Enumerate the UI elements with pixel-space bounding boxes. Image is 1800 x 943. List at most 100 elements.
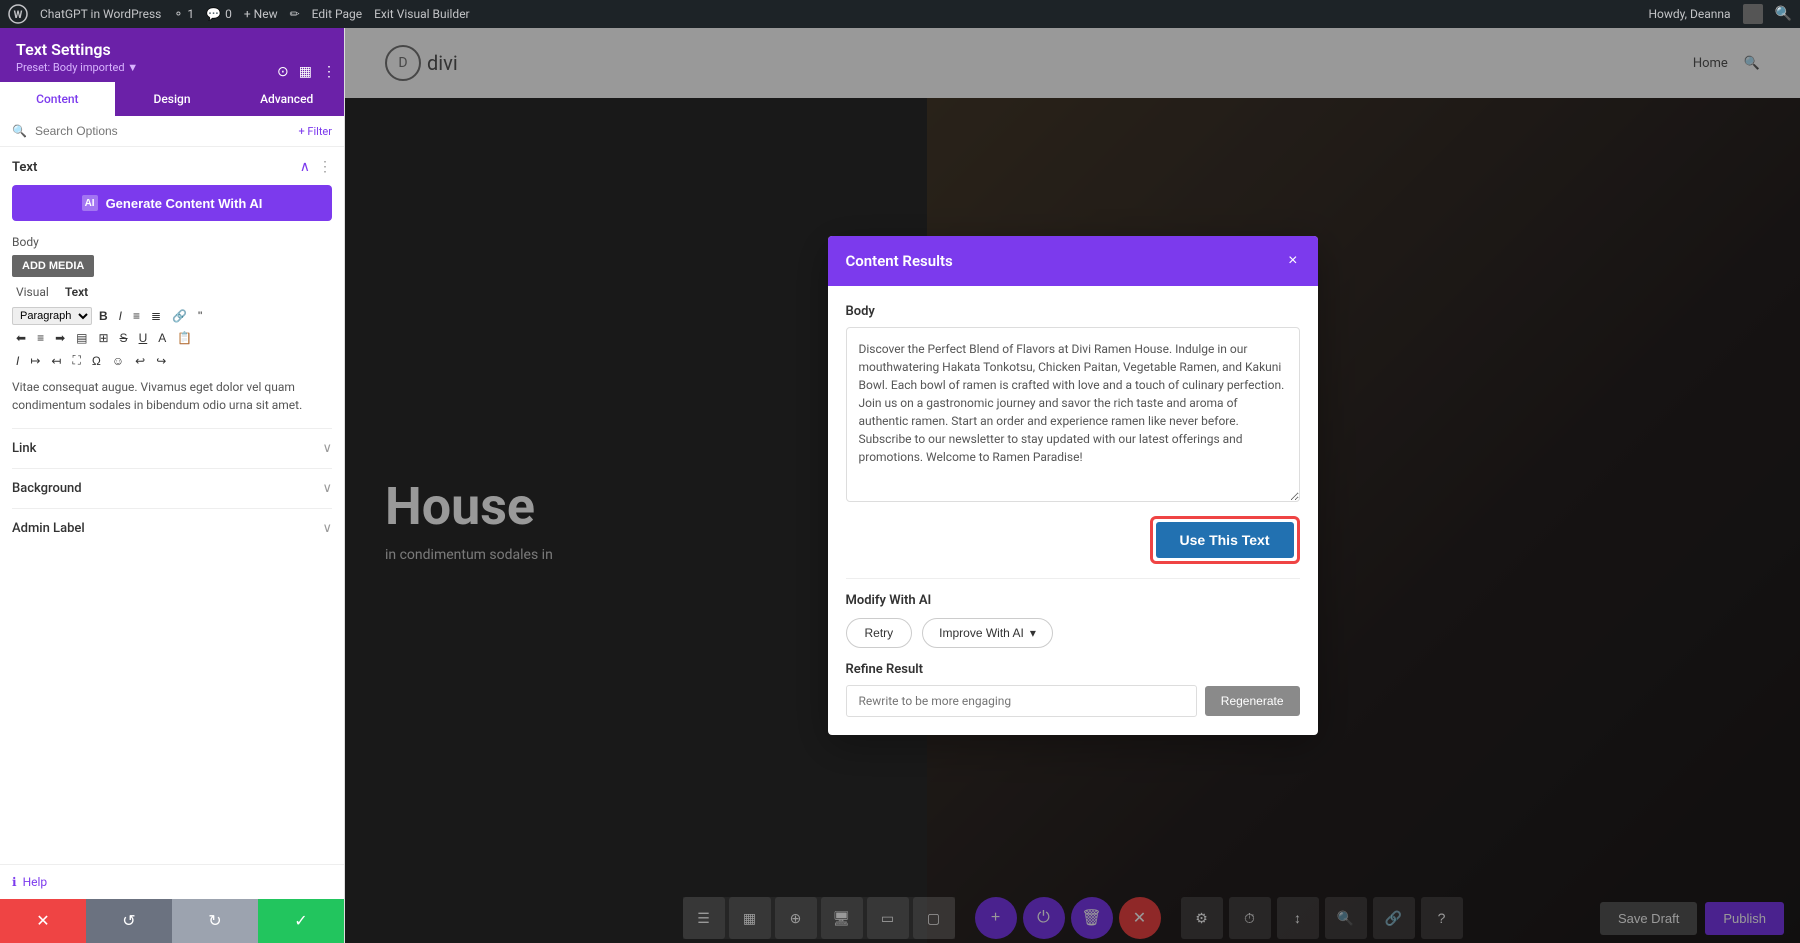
sidebar-footer[interactable]: ℹ Help: [0, 864, 344, 899]
admin-label-label: Admin Label: [12, 521, 85, 536]
text-section-header: Text ∧ ⋮: [12, 159, 332, 175]
improve-with-ai-button[interactable]: Improve With AI ▾: [922, 618, 1053, 648]
search-input[interactable]: [35, 124, 290, 138]
admin-label-chevron-icon: ∨: [322, 521, 332, 536]
paragraph-select[interactable]: Paragraph: [12, 307, 92, 325]
sidebar-header: Text Settings Preset: Body imported ▼ ⊙ …: [0, 28, 344, 82]
tab-content[interactable]: Content: [0, 82, 115, 116]
italic-button[interactable]: I: [115, 307, 126, 325]
filter-button[interactable]: + Filter: [298, 125, 332, 138]
chatgpt-link[interactable]: ChatGPT in WordPress: [40, 7, 161, 21]
link-section-header[interactable]: Link ∨: [12, 441, 332, 456]
italic2-button[interactable]: I: [12, 352, 23, 370]
tab-design[interactable]: Design: [115, 82, 230, 116]
cancel-button[interactable]: ✕: [0, 899, 86, 943]
sidebar: Text Settings Preset: Body imported ▼ ⊙ …: [0, 28, 345, 943]
text-color-button[interactable]: A: [154, 329, 170, 347]
admin-label-section: Admin Label ∨: [12, 508, 332, 548]
background-label: Background: [12, 481, 82, 496]
improve-chevron-icon: ▾: [1030, 626, 1036, 640]
undo-editor-button[interactable]: ↩: [131, 352, 149, 370]
tab-text[interactable]: Text: [61, 283, 92, 301]
howdy-text: Howdy, Deanna: [1648, 7, 1730, 21]
use-this-text-button[interactable]: Use This Text: [1156, 522, 1294, 558]
bold-button[interactable]: B: [95, 307, 112, 325]
text-section-chevron[interactable]: ∧: [300, 159, 310, 175]
omega-button[interactable]: Ω: [88, 352, 105, 370]
blockquote-button[interactable]: ": [194, 307, 206, 325]
svg-text:W: W: [14, 10, 23, 21]
edit-page-link[interactable]: Edit Page: [312, 7, 362, 21]
editor-tabs: Visual Text: [12, 283, 332, 301]
retry-button[interactable]: Retry: [846, 618, 913, 648]
generate-btn-label: Generate Content With AI: [106, 196, 263, 211]
toolbar-row-1: Paragraph B I ≡ ≣ 🔗 ": [12, 307, 332, 325]
search-icon: 🔍: [12, 124, 27, 138]
notification-icon: ⚬ 1: [173, 7, 194, 21]
text-section-title: Text: [12, 160, 37, 175]
modify-buttons: Retry Improve With AI ▾: [846, 618, 1300, 648]
text-section-more[interactable]: ⋮: [318, 159, 332, 175]
indent-button[interactable]: ↦: [26, 352, 44, 370]
link-button[interactable]: 🔗: [168, 307, 191, 325]
more-icon[interactable]: ⋮: [322, 64, 336, 80]
table-button[interactable]: ⊞: [94, 329, 112, 347]
redo-editor-button[interactable]: ↪: [152, 352, 170, 370]
wp-admin-bar: W ChatGPT in WordPress ⚬ 1 💬 0 + New ✏ E…: [0, 0, 1800, 28]
background-section-header[interactable]: Background ∨: [12, 481, 332, 496]
help-icon: ℹ: [12, 875, 17, 889]
tab-advanced[interactable]: Advanced: [229, 82, 344, 116]
outdent-button[interactable]: ↤: [47, 352, 65, 370]
undo-button[interactable]: ↺: [86, 899, 172, 943]
body-section-label: Body: [846, 304, 1300, 319]
link-chevron-icon: ∨: [322, 441, 332, 456]
ul-button[interactable]: ≡: [129, 307, 144, 325]
strikethrough-button[interactable]: S: [116, 329, 132, 347]
align-right-button[interactable]: ➡: [51, 329, 69, 347]
refine-row: Regenerate: [846, 685, 1300, 717]
exit-builder-link[interactable]: Exit Visual Builder: [374, 7, 470, 21]
modal-close-button[interactable]: ×: [1286, 250, 1299, 272]
modal-body: Body Discover the Perfect Blend of Flavo…: [828, 286, 1318, 735]
main-content: D divi Home 🔍 House in condimentum sodal…: [345, 28, 1800, 943]
modal-overlay: Content Results × Body Discover the Perf…: [345, 28, 1800, 943]
modal-header: Content Results ×: [828, 236, 1318, 286]
sidebar-title: Text Settings: [16, 40, 328, 59]
justify-button[interactable]: ▤: [72, 329, 91, 347]
tab-visual[interactable]: Visual: [12, 283, 53, 301]
improve-label: Improve With AI: [939, 626, 1024, 640]
emoji-button[interactable]: ☺: [108, 352, 128, 370]
redo-button[interactable]: ↻: [172, 899, 258, 943]
settings-icon[interactable]: ⊙: [277, 64, 289, 80]
background-section: Background ∨: [12, 468, 332, 508]
refine-label: Refine Result: [846, 662, 1300, 677]
use-this-btn-row: Use This Text: [846, 516, 1300, 564]
ol-button[interactable]: ≣: [147, 307, 165, 325]
background-chevron-icon: ∨: [322, 481, 332, 496]
align-center-button[interactable]: ≡: [33, 329, 48, 347]
refine-input[interactable]: [846, 685, 1197, 717]
new-link[interactable]: + New: [244, 7, 278, 21]
add-media-button[interactable]: ADD MEDIA: [12, 255, 94, 277]
paste-button[interactable]: 📋: [173, 329, 196, 347]
confirm-button[interactable]: ✓: [258, 899, 344, 943]
regenerate-button[interactable]: Regenerate: [1205, 686, 1300, 716]
edit-icon: ✏: [290, 7, 300, 21]
sidebar-tabs: Content Design Advanced: [0, 82, 344, 116]
align-left-button[interactable]: ⬅: [12, 329, 30, 347]
fullscreen-button[interactable]: ⛶: [68, 351, 84, 370]
wp-logo-icon: W: [8, 4, 28, 24]
content-results-modal: Content Results × Body Discover the Perf…: [828, 236, 1318, 735]
generated-content-textarea[interactable]: Discover the Perfect Blend of Flavors at…: [846, 327, 1300, 502]
underline-button[interactable]: U: [135, 329, 152, 347]
comment-icon: 💬 0: [206, 7, 232, 21]
sidebar-actions: ✕ ↺ ↻ ✓: [0, 899, 344, 943]
search-icon[interactable]: 🔍: [1775, 6, 1792, 22]
generate-content-button[interactable]: AI Generate Content With AI: [12, 185, 332, 221]
ai-icon: AI: [82, 195, 98, 211]
sidebar-content: Text ∧ ⋮ AI Generate Content With AI Bod…: [0, 147, 344, 864]
toolbar-row-3: I ↦ ↤ ⛶ Ω ☺ ↩ ↪: [12, 351, 332, 370]
search-bar: 🔍 + Filter: [0, 116, 344, 147]
admin-label-section-header[interactable]: Admin Label ∨: [12, 521, 332, 536]
layout-icon[interactable]: ▦: [299, 64, 312, 80]
